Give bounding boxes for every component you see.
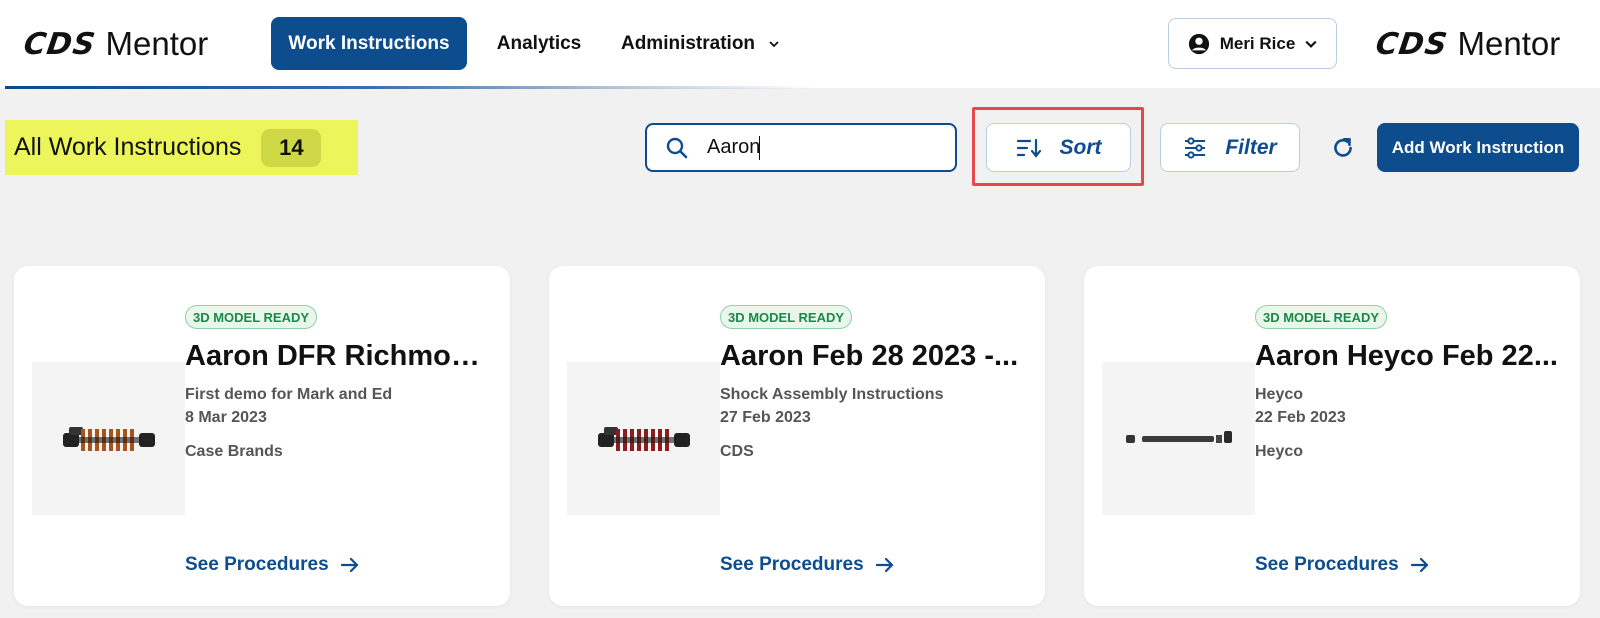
- text-cursor: [759, 135, 760, 160]
- status-badge: 3D MODEL READY: [185, 305, 318, 329]
- search-icon: [666, 137, 688, 158]
- sort-button[interactable]: Sort: [986, 123, 1131, 172]
- work-instruction-card[interactable]: 3D MODEL READY Aaron Feb 28 2023 -... Sh…: [549, 266, 1045, 606]
- filter-sliders-icon: [1185, 136, 1206, 159]
- card-description: First demo for Mark and Ed: [185, 386, 393, 403]
- search-input[interactable]: [707, 136, 927, 159]
- chevron-down-icon: [1305, 40, 1317, 48]
- card-date: 8 Mar 2023: [185, 409, 267, 426]
- model-thumbnail: [1102, 362, 1255, 515]
- card-date: 22 Feb 2023: [1255, 409, 1346, 426]
- brand-logo: CDS Mentor: [1373, 25, 1561, 62]
- count-badge: 14: [261, 128, 322, 167]
- nav-work-instructions[interactable]: Work Instructions: [271, 17, 467, 70]
- work-instruction-card[interactable]: 3D MODEL READY Aaron DFR Richmond ... Fi…: [14, 266, 510, 606]
- coil-shock-image: [597, 426, 690, 451]
- card-title: Aaron DFR Richmond ...: [185, 340, 497, 372]
- header-underline: [5, 86, 815, 89]
- user-name: Meri Rice: [1219, 33, 1296, 53]
- status-badge: 3D MODEL READY: [1255, 305, 1388, 329]
- page-title-highlight: All Work Instructions 14: [5, 120, 358, 175]
- card-title: Aaron Feb 28 2023 -...: [720, 340, 1019, 372]
- card-title: Aaron Heyco Feb 22...: [1255, 340, 1558, 372]
- rod-assembly-image: [1125, 430, 1232, 443]
- brand-logo-word: Mentor: [1457, 25, 1561, 62]
- arrow-right-icon: [1410, 557, 1428, 573]
- account-circle-icon: [1188, 33, 1209, 54]
- nav-administration-label: Administration: [620, 32, 756, 54]
- card-description: Shock Assembly Instructions: [720, 386, 944, 403]
- card-organization: Case Brands: [185, 443, 283, 460]
- user-menu-button[interactable]: Meri Rice: [1168, 18, 1337, 69]
- filter-label: Filter: [1225, 135, 1277, 159]
- status-badge: 3D MODEL READY: [720, 305, 853, 329]
- filter-button[interactable]: Filter: [1160, 123, 1300, 172]
- see-procedures-label: See Procedures: [185, 554, 329, 575]
- card-description: Heyco: [1255, 386, 1304, 403]
- refresh-button[interactable]: [1328, 133, 1358, 163]
- brand-logo-mark: CDS: [1373, 26, 1450, 62]
- cds-mentor-logo[interactable]: CDS Mentor: [21, 25, 209, 62]
- sort-label: Sort: [1059, 135, 1102, 159]
- refresh-icon: [1334, 138, 1352, 157]
- search-field[interactable]: [645, 123, 957, 172]
- arrow-right-icon: [875, 557, 893, 573]
- card-organization: Heyco: [1255, 443, 1304, 460]
- nav-analytics[interactable]: Analytics: [497, 17, 581, 70]
- model-thumbnail: [567, 362, 720, 515]
- nav-administration[interactable]: Administration: [617, 17, 783, 70]
- page-title: All Work Instructions: [14, 133, 242, 161]
- add-work-instruction-button[interactable]: Add Work Instruction: [1377, 123, 1579, 172]
- card-organization: CDS: [720, 443, 754, 460]
- see-procedures-label: See Procedures: [720, 554, 864, 575]
- chevron-down-icon: [769, 40, 779, 47]
- logo-word: Mentor: [105, 25, 209, 62]
- sort-icon: [1016, 138, 1041, 158]
- card-date: 27 Feb 2023: [720, 409, 811, 426]
- arrow-right-icon: [340, 557, 358, 573]
- top-navigation-bar: CDS Mentor Work Instructions Analytics A…: [0, 0, 1600, 89]
- see-procedures-link[interactable]: See Procedures: [1255, 554, 1429, 576]
- see-procedures-link[interactable]: See Procedures: [720, 554, 894, 576]
- see-procedures-label: See Procedures: [1255, 554, 1399, 575]
- work-instruction-card[interactable]: 3D MODEL READY Aaron Heyco Feb 22... Hey…: [1084, 266, 1580, 606]
- coil-shock-image: [62, 426, 155, 451]
- see-procedures-link[interactable]: See Procedures: [185, 554, 359, 576]
- logo-mark: CDS: [21, 26, 98, 62]
- model-thumbnail: [32, 362, 185, 515]
